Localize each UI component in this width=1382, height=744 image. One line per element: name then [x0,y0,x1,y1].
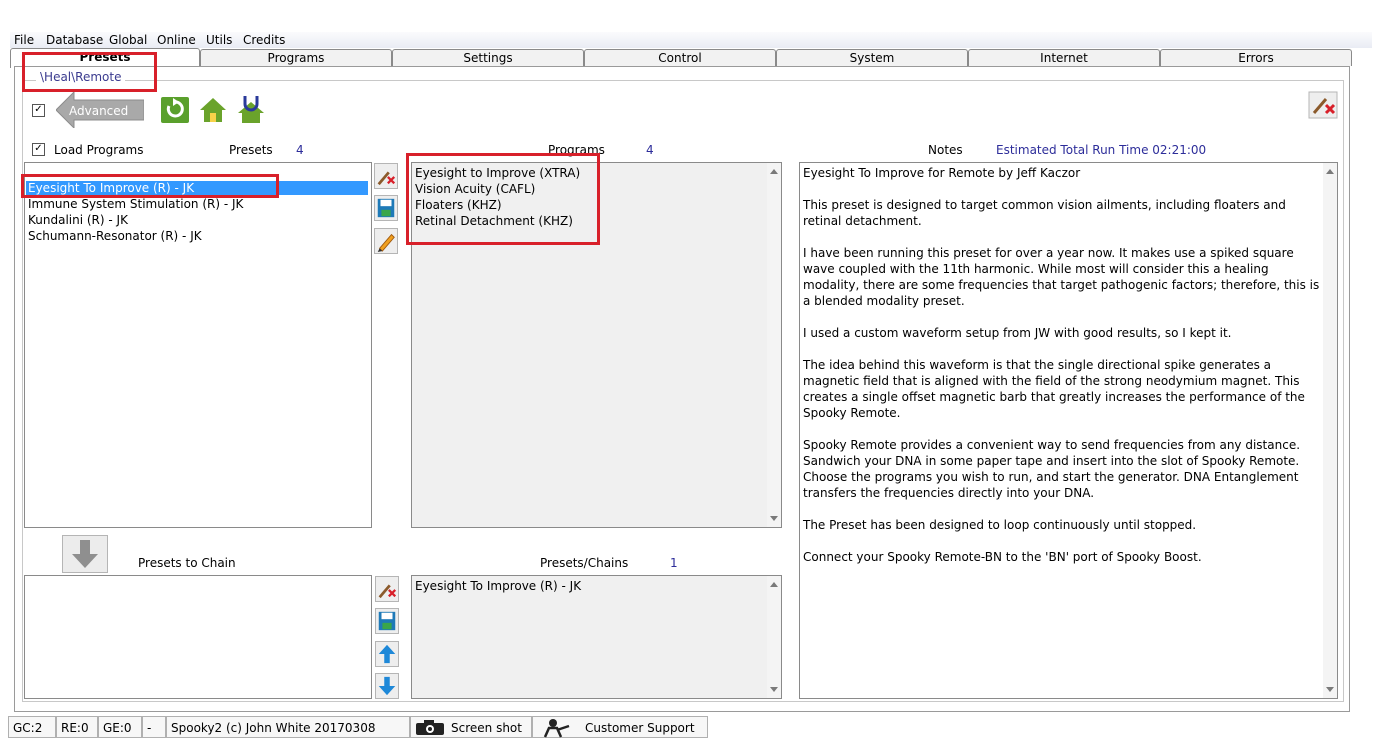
list-item[interactable]: Schumann-Resonator (R) - JK [28,229,202,243]
notes-scrollbar[interactable] [1323,163,1337,698]
presets-chains-count: 1 [670,556,678,570]
list-item[interactable]: Eyesight to Improve (XTRA) [415,166,580,180]
run-time: Estimated Total Run Time 02:21:00 [996,143,1207,157]
tab-strip: Presets Programs Settings Control System… [10,48,1354,68]
menu-credits[interactable]: Credits [243,33,285,47]
notes-paragraph: The idea behind this waveform is that th… [803,358,1305,420]
move-up-icon[interactable] [375,641,399,667]
save-chain-icon[interactable] [375,608,399,634]
menu-global[interactable]: Global [109,33,147,47]
tab-settings[interactable]: Settings [392,49,584,66]
load-programs-label: Load Programs [54,143,144,157]
tab-system[interactable]: System [776,49,968,66]
screenshot-button[interactable]: Screen shot [410,716,532,738]
status-re: RE:0 [56,716,98,738]
home-icon[interactable] [198,96,228,124]
menu-bar: File Database Global Online Utils Credit… [10,32,1372,48]
programs-count: 4 [646,143,654,157]
edit-pencil-icon[interactable] [374,228,398,254]
advanced-checkbox[interactable]: ✓ [32,104,45,117]
scroll-up-icon[interactable] [770,582,778,587]
notes-paragraph: I have been running this preset for over… [803,246,1320,308]
camera-icon [416,720,444,735]
delete-preset-icon[interactable] [374,163,398,189]
list-item[interactable]: Vision Acuity (CAFL) [415,182,535,196]
presets-list[interactable]: Eyesight To Improve (R) - JK Immune Syst… [24,162,372,528]
chains-scrollbar[interactable] [767,576,781,698]
move-down-icon[interactable] [375,673,399,699]
notes-box[interactable]: Eyesight To Improve for Remote by Jeff K… [799,162,1338,699]
presets-label: Presets [229,143,273,157]
menu-online[interactable]: Online [157,33,196,47]
menu-file[interactable]: File [14,33,34,47]
tab-errors[interactable]: Errors [1160,49,1352,66]
notes-label: Notes [928,143,963,157]
presets-to-chain-list[interactable] [24,575,372,699]
programs-label: Programs [548,143,605,157]
save-preset-icon[interactable] [374,195,398,221]
status-gc: GC:2 [8,716,56,738]
clear-broom-icon[interactable] [1308,91,1338,119]
programs-list[interactable]: Eyesight to Improve (XTRA) Vision Acuity… [411,162,782,528]
list-item[interactable]: Kundalini (R) - JK [28,213,128,227]
presets-chains-list[interactable]: Eyesight To Improve (R) - JK [411,575,782,699]
preset-path: \Heal\Remote [36,70,126,84]
notes-paragraph: I used a custom waveform setup from JW w… [803,326,1232,340]
scroll-down-icon[interactable] [770,687,778,692]
notes-paragraph: Spooky Remote provides a convenient way … [803,438,1301,500]
support-icon [543,719,570,738]
presets-chains-label: Presets/Chains [540,556,629,570]
delete-chain-icon[interactable] [375,576,399,602]
scroll-down-icon[interactable] [1326,687,1334,692]
scroll-up-icon[interactable] [770,169,778,174]
add-to-chain-button[interactable] [62,535,108,573]
scroll-up-icon[interactable] [1326,169,1334,174]
notes-text: Eyesight To Improve for Remote by Jeff K… [803,165,1321,581]
tab-internet[interactable]: Internet [968,49,1160,66]
status-ge: GE:0 [98,716,142,738]
tab-programs[interactable]: Programs [200,49,392,66]
notes-paragraph: Connect your Spooky Remote-BN to the 'BN… [803,550,1202,564]
list-item[interactable]: Eyesight To Improve (R) - JK [26,181,368,195]
programs-scrollbar[interactable] [767,163,781,527]
notes-paragraph: The Preset has been designed to loop con… [803,518,1197,532]
tab-control[interactable]: Control [584,49,776,66]
user-home-icon[interactable] [236,94,266,124]
list-item[interactable]: Immune System Stimulation (R) - JK [28,197,243,211]
list-item[interactable]: Retinal Detachment (KHZ) [415,214,573,228]
support-label: Customer Support [585,721,695,735]
presets-count: 4 [296,143,304,157]
list-item[interactable]: Eyesight To Improve (R) - JK [415,579,581,593]
load-programs-checkbox[interactable]: ✓ [32,143,45,156]
advanced-label: Advanced [69,104,129,118]
customer-support-button[interactable]: Customer Support [532,716,708,738]
list-item[interactable]: Floaters (KHZ) [415,198,502,212]
tab-presets[interactable]: Presets [10,48,200,68]
notes-paragraph: Eyesight To Improve for Remote by Jeff K… [803,166,1081,180]
status-copyright: Spooky2 (c) John White 20170308 [166,716,410,738]
refresh-icon[interactable] [160,96,190,124]
notes-paragraph: This preset is designed to target common… [803,198,1286,228]
scroll-down-icon[interactable] [770,516,778,521]
screenshot-label: Screen shot [451,721,522,735]
status-bar: GC:2 RE:0 GE:0 - Spooky2 (c) John White … [0,716,1382,744]
presets-to-chain-label: Presets to Chain [138,556,236,570]
status-dash: - [142,716,166,738]
menu-utils[interactable]: Utils [206,33,232,47]
menu-database[interactable]: Database [46,33,103,47]
